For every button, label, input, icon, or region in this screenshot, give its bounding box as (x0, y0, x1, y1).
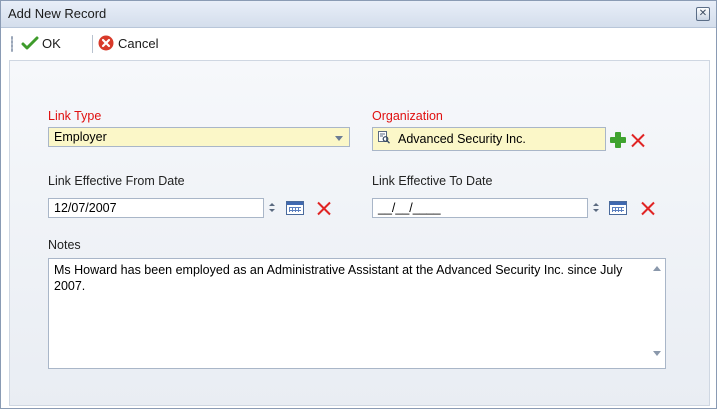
calendar-icon[interactable] (286, 201, 304, 215)
calendar-icon[interactable] (609, 201, 627, 215)
ok-button[interactable]: OK (21, 34, 61, 52)
window-title: Add New Record (8, 6, 107, 21)
notes-value: Ms Howard has been employed as an Admini… (54, 263, 623, 293)
spin-icon (269, 209, 275, 212)
chevron-down-icon[interactable] (335, 136, 343, 141)
from-date-label: Link Effective From Date (48, 174, 185, 188)
toolbar-separator (92, 35, 93, 53)
checkmark-icon (21, 36, 39, 50)
notes-textarea[interactable]: Ms Howard has been employed as an Admini… (48, 258, 666, 369)
from-date-input[interactable]: 12/07/2007 (48, 198, 264, 218)
to-date-value: __/__/____ (378, 201, 441, 215)
close-button[interactable]: ✕ (696, 7, 710, 21)
organization-label: Organization (372, 109, 443, 123)
from-date-value: 12/07/2007 (54, 201, 117, 215)
cancel-button[interactable]: Cancel (98, 34, 158, 52)
spin-icon (593, 209, 599, 212)
from-date-spin[interactable] (268, 201, 276, 215)
clear-icon[interactable] (640, 200, 656, 216)
cancel-icon (98, 35, 114, 51)
scroll-up-icon[interactable] (653, 266, 661, 272)
link-type-value: Employer (54, 130, 107, 144)
cancel-label: Cancel (118, 35, 159, 51)
clear-icon[interactable] (316, 200, 332, 216)
notes-label: Notes (48, 238, 81, 252)
add-icon[interactable] (609, 131, 627, 149)
clear-icon[interactable] (630, 132, 646, 148)
dialog-window: Add New Record ✕ OK Cancel Link Type Emp… (0, 0, 717, 409)
link-type-label: Link Type (48, 109, 102, 123)
to-date-input[interactable]: __/__/____ (372, 198, 588, 218)
close-icon: ✕ (698, 8, 708, 19)
spin-icon (269, 203, 275, 206)
organization-value: Advanced Security Inc. (398, 132, 526, 146)
organization-field[interactable]: Advanced Security Inc. (372, 127, 626, 151)
notes-scrollbar[interactable] (649, 259, 665, 368)
to-date-spin[interactable] (592, 201, 600, 215)
ok-label: OK (42, 35, 61, 51)
scroll-down-icon[interactable] (653, 351, 661, 357)
toolbar-grip[interactable] (11, 36, 13, 52)
to-date-label: Link Effective To Date (372, 174, 493, 188)
lookup-icon[interactable] (378, 131, 390, 144)
link-type-select[interactable]: Employer (48, 127, 350, 147)
toolbar: OK Cancel (1, 28, 716, 58)
title-bar: Add New Record ✕ (1, 1, 716, 28)
form-panel: Link Type Employer Organization Advanced… (9, 60, 710, 406)
spin-icon (593, 203, 599, 206)
